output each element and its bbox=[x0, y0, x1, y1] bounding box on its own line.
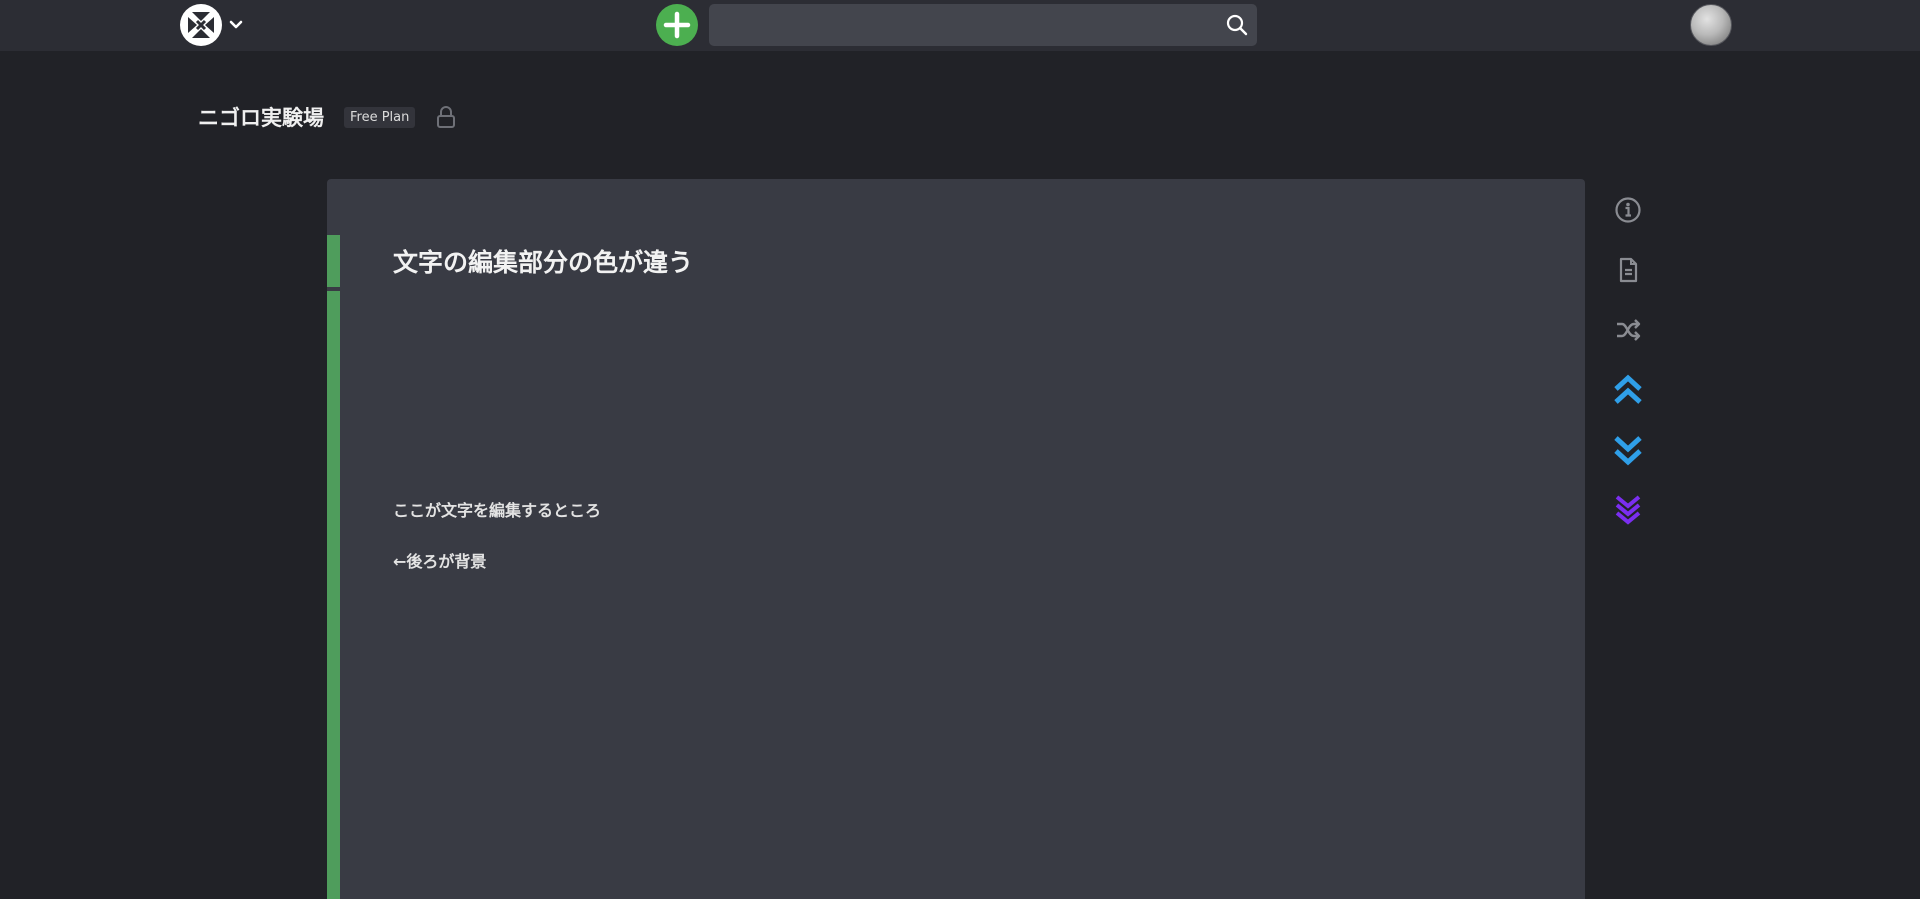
text-line[interactable]: ←後ろが背景 bbox=[393, 548, 486, 572]
shuffle-icon bbox=[1617, 319, 1641, 341]
chevron-down-icon bbox=[228, 17, 244, 33]
project-title[interactable]: ニゴロ実験場 bbox=[198, 102, 324, 132]
plus-circle-icon bbox=[663, 11, 691, 39]
info-icon bbox=[1615, 197, 1641, 223]
scroll-top-icon bbox=[1614, 374, 1642, 404]
scrapbox-logo-icon bbox=[180, 4, 222, 46]
lock-icon bbox=[435, 105, 457, 129]
info-button[interactable] bbox=[1610, 192, 1646, 228]
text-line[interactable]: ここが文字を編集するところ bbox=[393, 497, 601, 521]
search-box bbox=[709, 4, 1257, 46]
page-editor[interactable]: 文字の編集部分の色が違う ここが文字を編集するところ ←後ろが背景 bbox=[327, 179, 1585, 899]
user-avatar[interactable] bbox=[1690, 4, 1732, 46]
shuffle-button[interactable] bbox=[1610, 312, 1646, 348]
document-button[interactable] bbox=[1610, 252, 1646, 288]
new-page-button[interactable] bbox=[656, 4, 698, 46]
line-indicator bbox=[327, 235, 340, 287]
jump-end-icon bbox=[1615, 495, 1641, 525]
scroll-bottom-icon bbox=[1614, 436, 1642, 466]
project-menu-button[interactable] bbox=[180, 4, 248, 46]
project-header: ニゴロ実験場 Free Plan bbox=[198, 100, 457, 134]
plan-badge: Free Plan bbox=[344, 106, 416, 128]
top-navbar bbox=[0, 0, 1920, 51]
document-icon bbox=[1619, 257, 1638, 283]
line-indicator bbox=[327, 291, 340, 899]
scroll-bottom-button[interactable] bbox=[1610, 432, 1646, 468]
scroll-top-button[interactable] bbox=[1610, 372, 1646, 408]
jump-end-button[interactable] bbox=[1610, 492, 1646, 528]
search-input[interactable] bbox=[709, 4, 1209, 46]
magnifier-icon[interactable] bbox=[1225, 13, 1249, 37]
page-title[interactable]: 文字の編集部分の色が違う bbox=[393, 235, 693, 287]
